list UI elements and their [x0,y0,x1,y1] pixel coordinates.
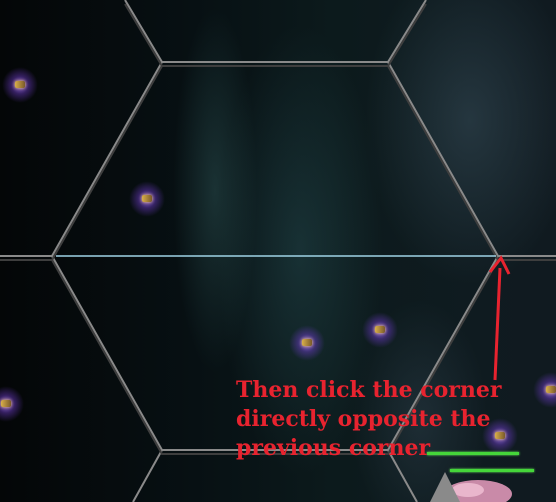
fleet-icon[interactable] [362,312,398,348]
tutorial-line: directly opposite the [236,406,491,432]
tutorial-line: previous corner [236,435,431,461]
fleet-icon[interactable] [289,325,325,361]
tutorial-line: Then click the corner [236,377,502,403]
arrow-icon [488,255,511,381]
fleet-icon[interactable] [129,181,165,217]
planet-icon [430,472,512,502]
tutorial-instruction: Then click the corner directly opposite … [236,376,536,463]
health-bar [450,469,534,472]
game-viewport[interactable]: Then click the corner directly opposite … [0,0,556,502]
fleet-icon[interactable] [2,67,38,103]
